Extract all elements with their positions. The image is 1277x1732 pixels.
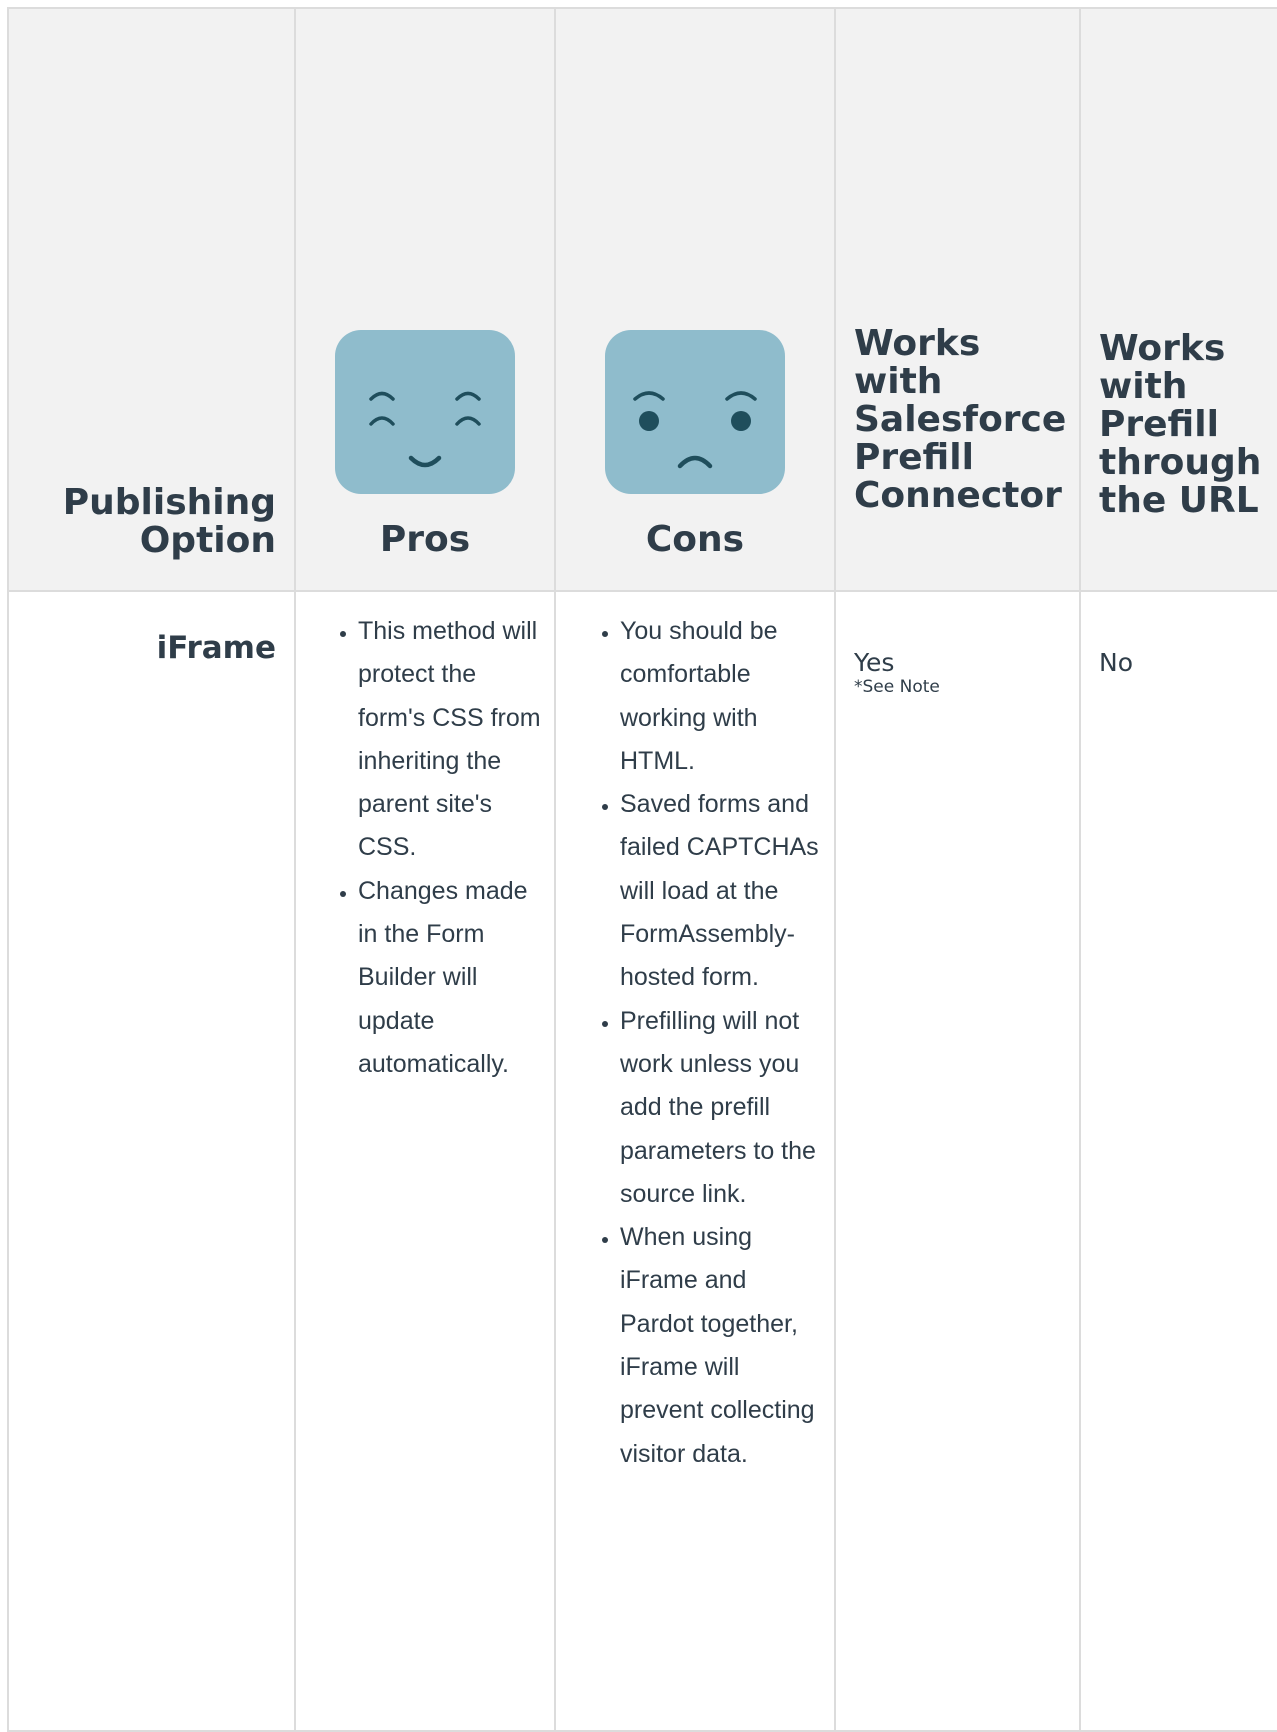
header-sf-word: Salesforce (854, 399, 1067, 440)
header-sf-word: Connector (854, 475, 1062, 516)
table-row: iFrame This method will protect the form… (7, 590, 1277, 1732)
header-url-word: the URL (1099, 480, 1259, 521)
salesforce-answer: Yes (854, 648, 895, 677)
publishing-options-table: Publishing Option Pros Cons Works with S… (7, 7, 1277, 1732)
cons-item: When using iFrame and Pardot together, i… (620, 1216, 824, 1476)
header-cons-label: Cons (645, 519, 745, 560)
header-pros-label: Pros (379, 519, 471, 560)
header-option-line2: Option (139, 520, 276, 561)
header-sf-word: Works (854, 323, 981, 364)
header-publishing-option: Publishing Option (7, 7, 296, 592)
happy-face-icon (335, 330, 515, 494)
cons-item: Saved forms and failed CAPTCHAs will loa… (620, 783, 824, 999)
header-pros: Pros (294, 7, 556, 592)
pros-item: This method will protect the form's CSS … (358, 610, 544, 870)
see-note: *See Note (854, 677, 940, 697)
sad-face-icon (605, 330, 785, 494)
option-name-cell: iFrame (7, 590, 296, 1732)
header-url-word: Prefill (1099, 404, 1219, 445)
header-url-prefill: Works with Prefill through the URL (1079, 7, 1277, 592)
pros-item: Changes made in the Form Builder will up… (358, 870, 544, 1086)
pros-list: This method will protect the form's CSS … (296, 592, 554, 1086)
url-prefill-cell: No (1079, 590, 1277, 1732)
salesforce-prefill-cell: Yes *See Note (834, 590, 1081, 1732)
header-sf-word: with (854, 361, 943, 402)
cons-item: You should be comfortable working with H… (620, 610, 824, 783)
header-url-word: with (1099, 366, 1188, 407)
header-url-word: Works (1099, 328, 1226, 369)
header-salesforce-prefill: Works with Salesforce Prefill Connector (834, 7, 1081, 592)
header-url-word: through (1099, 442, 1262, 483)
header-sf-word: Prefill (854, 437, 974, 478)
cons-item: Prefilling will not work unless you add … (620, 1000, 824, 1216)
header-cons: Cons (554, 7, 836, 592)
cons-list: You should be comfortable working with H… (556, 592, 834, 1476)
header-option-line1: Publishing (62, 482, 276, 523)
pros-cell: This method will protect the form's CSS … (294, 590, 556, 1732)
table-header-row: Publishing Option Pros Cons Works with S… (7, 7, 1277, 592)
cons-cell: You should be comfortable working with H… (554, 590, 836, 1732)
